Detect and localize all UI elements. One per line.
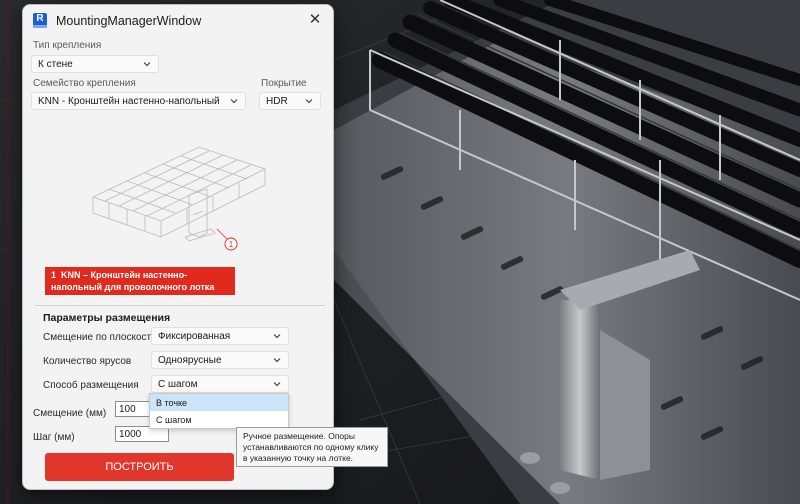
title-bar[interactable]: R MountingManagerWindow ✕ — [23, 5, 333, 35]
step-mm-label: Шаг (мм) — [33, 432, 75, 443]
tiers-label: Количество ярусов — [43, 356, 132, 367]
banner-code: KNN — [61, 270, 81, 280]
build-button[interactable]: ПОСТРОИТЬ — [45, 453, 234, 481]
window-title: MountingManagerWindow — [56, 14, 202, 28]
method-combobox[interactable]: С шагом — [151, 375, 289, 393]
app-icon-stripe — [33, 25, 47, 28]
coating-value: HDR — [266, 96, 288, 107]
selected-family-banner: 1 KNN – Кронштейн настенно-напольный для… — [45, 267, 235, 295]
revit-app-icon: R — [33, 13, 47, 28]
placement-section-title: Параметры размещения — [43, 312, 171, 324]
callout-number: 1 — [229, 240, 234, 249]
coating-combobox[interactable]: HDR — [259, 92, 321, 110]
close-icon[interactable]: ✕ — [307, 12, 323, 28]
dropdown-option-with-step[interactable]: С шагом — [150, 411, 288, 428]
dropdown-option-at-point[interactable]: В точке — [150, 394, 288, 411]
chevron-down-icon — [273, 358, 281, 363]
mount-type-value: К стене — [38, 59, 73, 70]
offset-plane-value: Фиксированная — [158, 331, 231, 342]
method-dropdown-list: В точке С шагом — [149, 393, 289, 429]
option-tooltip: Ручное размещение. Опоры устанавливаются… — [236, 427, 388, 467]
tray-bracket-preview-diagram: 1 — [92, 146, 267, 251]
chevron-down-icon — [230, 99, 238, 104]
banner-number: 1 — [51, 270, 57, 280]
offset-mm-label: Смещение (мм) — [33, 408, 107, 419]
tiers-combobox[interactable]: Одноярусные — [151, 351, 289, 369]
mount-family-value: KNN - Кронштейн настенно-напольный — [38, 96, 220, 107]
chevron-down-icon — [273, 334, 281, 339]
method-value: С шагом — [158, 379, 198, 390]
coating-label: Покрытие — [261, 78, 307, 89]
section-divider — [35, 305, 325, 306]
method-label: Способ размещения — [43, 380, 139, 391]
tiers-value: Одноярусные — [158, 355, 222, 366]
app-icon-letter: R — [36, 13, 44, 24]
offset-plane-combobox[interactable]: Фиксированная — [151, 327, 289, 345]
chevron-down-icon — [143, 62, 151, 67]
offset-plane-label: Смещение по плоскости — [43, 332, 157, 343]
mount-type-label: Тип крепления — [33, 40, 102, 51]
chevron-down-icon — [305, 99, 313, 104]
chevron-down-icon — [273, 382, 281, 387]
mount-type-combobox[interactable]: К стене — [31, 55, 159, 73]
mount-family-combobox[interactable]: KNN - Кронштейн настенно-напольный — [31, 92, 246, 110]
mount-family-label: Семейство крепления — [33, 78, 136, 89]
